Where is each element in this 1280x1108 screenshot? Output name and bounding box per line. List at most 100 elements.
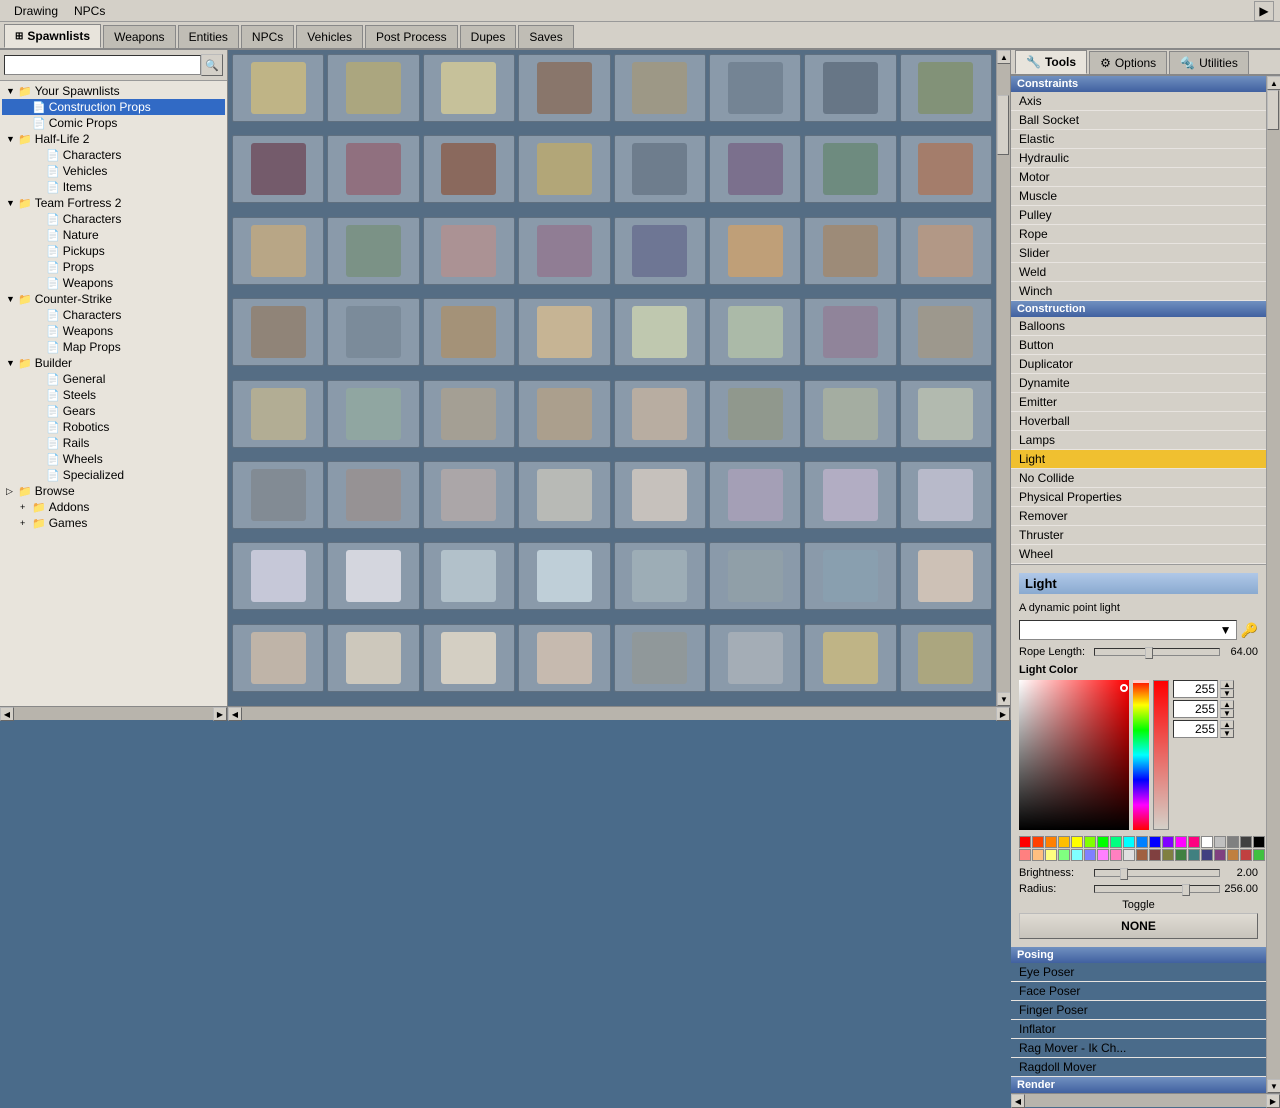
palette-cell-7[interactable]: [1110, 836, 1122, 848]
tree-item-tf2-nature[interactable]: 📄Nature: [2, 227, 225, 243]
prop-item-57[interactable]: [327, 624, 419, 692]
prop-item-44[interactable]: [614, 461, 706, 529]
tree-item-browse[interactable]: ▷📁Browse: [2, 483, 225, 499]
tree-item-builder-general[interactable]: 📄General: [2, 371, 225, 387]
tree-item-builder-rails[interactable]: 📄Rails: [2, 435, 225, 451]
tree-item-half-life-2[interactable]: ▼📁Half-Life 2: [2, 131, 225, 147]
construction-item-balloons[interactable]: Balloons: [1011, 317, 1266, 336]
center-scroll-track[interactable]: [997, 64, 1010, 692]
tree-toggle-builder[interactable]: ▼: [6, 358, 16, 368]
posing-item-face-poser[interactable]: Face Poser: [1011, 982, 1266, 1001]
constraint-item-pulley[interactable]: Pulley: [1011, 206, 1266, 225]
constraint-item-hydraulic[interactable]: Hydraulic: [1011, 149, 1266, 168]
palette-cell-15[interactable]: [1214, 836, 1226, 848]
construction-item-duplicator[interactable]: Duplicator: [1011, 355, 1266, 374]
prop-item-24[interactable]: [232, 298, 324, 366]
prop-item-53[interactable]: [709, 542, 801, 610]
constraint-item-elastic[interactable]: Elastic: [1011, 130, 1266, 149]
palette-cell-11[interactable]: [1162, 836, 1174, 848]
construction-item-lamps[interactable]: Lamps: [1011, 431, 1266, 450]
rgb-b-down[interactable]: ▼: [1220, 729, 1234, 738]
rgb-g-down[interactable]: ▼: [1220, 709, 1234, 718]
right-scrollbar[interactable]: ▲ ▼: [1266, 76, 1280, 1093]
tree-toggle-games[interactable]: +: [20, 518, 30, 528]
posing-item-eye-poser[interactable]: Eye Poser: [1011, 963, 1266, 982]
tree-item-tf2-props[interactable]: 📄Props: [2, 259, 225, 275]
palette-cell-25[interactable]: [1084, 849, 1096, 861]
constraint-item-axis[interactable]: Axis: [1011, 92, 1266, 111]
hue-bar[interactable]: [1133, 680, 1149, 830]
center-scroll-htrack[interactable]: [242, 707, 996, 720]
right-scroll-thumb[interactable]: [1267, 90, 1279, 130]
palette-cell-2[interactable]: [1045, 836, 1057, 848]
tree-toggle-addons[interactable]: +: [20, 502, 30, 512]
palette-cell-20[interactable]: [1019, 849, 1031, 861]
constraint-item-muscle[interactable]: Muscle: [1011, 187, 1266, 206]
construction-item-hoverball[interactable]: Hoverball: [1011, 412, 1266, 431]
tab-tools[interactable]: 🔧 Tools: [1015, 50, 1087, 74]
construction-item-emitter[interactable]: Emitter: [1011, 393, 1266, 412]
rope-length-slider[interactable]: [1094, 648, 1220, 656]
palette-cell-28[interactable]: [1123, 849, 1135, 861]
prop-item-63[interactable]: [900, 624, 992, 692]
tree-toggle-team-fortress-2[interactable]: ▼: [6, 198, 16, 208]
tab-dupes[interactable]: Dupes: [460, 25, 517, 48]
palette-cell-10[interactable]: [1149, 836, 1161, 848]
prop-item-40[interactable]: [232, 461, 324, 529]
prop-item-35[interactable]: [518, 380, 610, 448]
palette-cell-26[interactable]: [1097, 849, 1109, 861]
palette-cell-21[interactable]: [1032, 849, 1044, 861]
prop-item-11[interactable]: [518, 135, 610, 203]
rope-length-thumb[interactable]: [1145, 647, 1153, 659]
palette-cell-13[interactable]: [1188, 836, 1200, 848]
prop-item-30[interactable]: [804, 298, 896, 366]
left-scroll-track[interactable]: [14, 707, 213, 720]
menu-arrow[interactable]: ▶: [1254, 1, 1274, 21]
palette-cell-0[interactable]: [1019, 836, 1031, 848]
prop-item-41[interactable]: [327, 461, 419, 529]
prop-item-60[interactable]: [614, 624, 706, 692]
prop-item-15[interactable]: [900, 135, 992, 203]
tree-item-tf2-characters[interactable]: 📄Characters: [2, 211, 225, 227]
posing-item-finger-poser[interactable]: Finger Poser: [1011, 1001, 1266, 1020]
tree-item-tf2-pickups[interactable]: 📄Pickups: [2, 243, 225, 259]
prop-item-9[interactable]: [327, 135, 419, 203]
palette-cell-31[interactable]: [1162, 849, 1174, 861]
palette-cell-38[interactable]: [1253, 849, 1265, 861]
palette-cell-24[interactable]: [1071, 849, 1083, 861]
rgb-g-up[interactable]: ▲: [1220, 700, 1234, 709]
palette-cell-8[interactable]: [1123, 836, 1135, 848]
palette-cell-16[interactable]: [1227, 836, 1239, 848]
constraint-item-winch[interactable]: Winch: [1011, 282, 1266, 301]
palette-cell-37[interactable]: [1240, 849, 1252, 861]
center-scroll-up[interactable]: ▲: [997, 50, 1011, 64]
palette-cell-3[interactable]: [1058, 836, 1070, 848]
palette-cell-5[interactable]: [1084, 836, 1096, 848]
construction-item-thruster[interactable]: Thruster: [1011, 526, 1266, 545]
prop-item-34[interactable]: [423, 380, 515, 448]
search-input[interactable]: [4, 55, 201, 75]
none-button[interactable]: NONE: [1019, 913, 1258, 939]
prop-item-6[interactable]: [804, 54, 896, 122]
tree-toggle-counter-strike[interactable]: ▼: [6, 294, 16, 304]
prop-item-56[interactable]: [232, 624, 324, 692]
tree-toggle-half-life-2[interactable]: ▼: [6, 134, 16, 144]
prop-item-37[interactable]: [709, 380, 801, 448]
color-gradient[interactable]: [1019, 680, 1129, 830]
palette-cell-6[interactable]: [1097, 836, 1109, 848]
prop-item-62[interactable]: [804, 624, 896, 692]
palette-cell-17[interactable]: [1240, 836, 1252, 848]
prop-item-58[interactable]: [423, 624, 515, 692]
prop-item-1[interactable]: [327, 54, 419, 122]
construction-item-no-collide[interactable]: No Collide: [1011, 469, 1266, 488]
prop-item-25[interactable]: [327, 298, 419, 366]
prop-item-48[interactable]: [232, 542, 324, 610]
palette-cell-18[interactable]: [1253, 836, 1265, 848]
prop-item-10[interactable]: [423, 135, 515, 203]
center-scroll-left[interactable]: ◀: [228, 707, 242, 721]
prop-item-59[interactable]: [518, 624, 610, 692]
prop-item-29[interactable]: [709, 298, 801, 366]
right-scroll-left[interactable]: ◀: [1011, 1094, 1025, 1108]
prop-item-23[interactable]: [900, 217, 992, 285]
rgb-b-input[interactable]: [1173, 720, 1218, 738]
